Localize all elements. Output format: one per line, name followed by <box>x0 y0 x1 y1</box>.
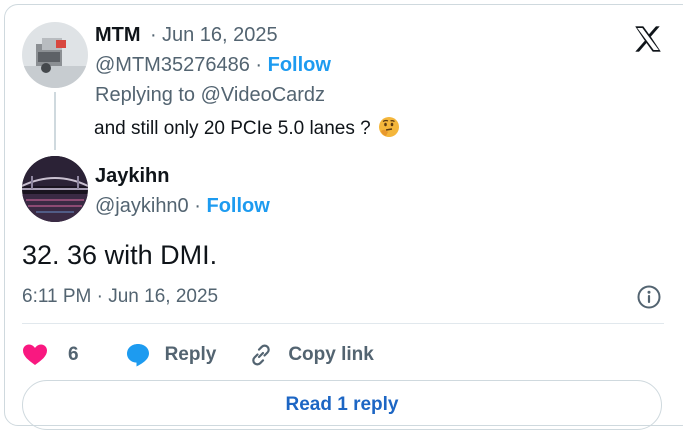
reply-button[interactable]: Reply <box>125 342 217 368</box>
parent-handle-dot: · <box>255 54 263 76</box>
thread-connector <box>54 92 56 150</box>
parent-handle-row: @MTM35276486 · Follow <box>95 54 331 77</box>
tweet-text: 32. 36 with DMI. <box>22 240 218 270</box>
like-button[interactable]: 6 <box>22 343 79 367</box>
parent-dot-separator: · <box>150 24 157 46</box>
replying-to-label[interactable]: Replying to @VideoCardz <box>95 84 325 107</box>
parent-tweet-text-row: and still only 20 PCIe 5.0 lanes ? <box>94 116 400 140</box>
parent-handle[interactable]: @MTM35276486 <box>95 54 250 76</box>
thinking-face-emoji-icon <box>379 117 400 137</box>
read-replies-button[interactable]: Read 1 reply <box>22 380 662 430</box>
avatar[interactable] <box>22 156 88 222</box>
copy-link-label: Copy link <box>288 344 374 365</box>
heart-icon <box>23 344 47 365</box>
x-logo-icon[interactable] <box>632 24 664 54</box>
parent-date[interactable]: Jun 16, 2025 <box>162 24 278 47</box>
copy-link-button[interactable]: Copy link <box>248 342 374 368</box>
action-bar: 6 Reply Copy link <box>22 340 374 370</box>
info-icon[interactable] <box>636 284 662 310</box>
parent-tweet-text: and still only 20 PCIe 5.0 lanes ? <box>94 118 371 139</box>
avatar-image <box>22 22 88 88</box>
reply-label: Reply <box>164 344 217 365</box>
parent-follow-button[interactable]: Follow <box>268 54 331 76</box>
author-name[interactable]: Jaykihn <box>95 165 169 188</box>
reply-bubble-icon <box>126 344 149 367</box>
avatar[interactable] <box>22 22 88 88</box>
link-icon <box>252 344 271 366</box>
like-count: 6 <box>68 344 79 365</box>
author-handle[interactable]: @jaykihn0 <box>95 195 189 217</box>
divider <box>22 323 664 324</box>
avatar-image <box>22 156 88 222</box>
handle-row: @jaykihn0 · Follow <box>95 195 270 218</box>
tweet-timestamp[interactable]: 6:11 PM · Jun 16, 2025 <box>22 286 218 308</box>
handle-dot: · <box>194 195 201 217</box>
parent-author-name[interactable]: MTM <box>95 24 141 47</box>
follow-button[interactable]: Follow <box>206 195 269 217</box>
